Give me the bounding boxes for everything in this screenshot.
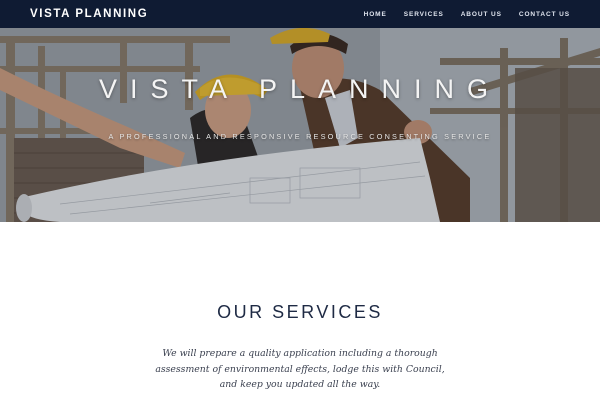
hero-title: VISTA PLANNING (98, 74, 502, 104)
nav-link-home[interactable]: HOME (364, 11, 387, 18)
top-navbar: VISTA PLANNING HOME SERVICES ABOUT US CO… (0, 0, 600, 28)
hero-overlay (0, 28, 600, 222)
nav-link-contact-us[interactable]: CONTACT US (519, 11, 570, 18)
page: VISTA PLANNING HOME SERVICES ABOUT US CO… (0, 0, 600, 400)
services-line: and keep you updated all the way. (219, 379, 381, 390)
hero-subtitle: A PROFESSIONAL AND RESPONSIVE RESOURCE C… (108, 132, 492, 141)
services-heading: OUR SERVICES (217, 302, 383, 322)
services-description: We will prepare a quality application in… (0, 346, 600, 393)
hero-banner: VISTA PLANNING A PROFESSIONAL AND RESPON… (0, 28, 600, 222)
nav-link-about-us[interactable]: ABOUT US (461, 11, 502, 18)
services-line: We will prepare a quality application in… (162, 348, 438, 359)
brand-logo[interactable]: VISTA PLANNING (30, 8, 148, 20)
nav-link-services[interactable]: SERVICES (404, 11, 444, 18)
services-line: assessment of environmental effects, lod… (155, 363, 445, 375)
nav-links: HOME SERVICES ABOUT US CONTACT US (364, 11, 570, 18)
